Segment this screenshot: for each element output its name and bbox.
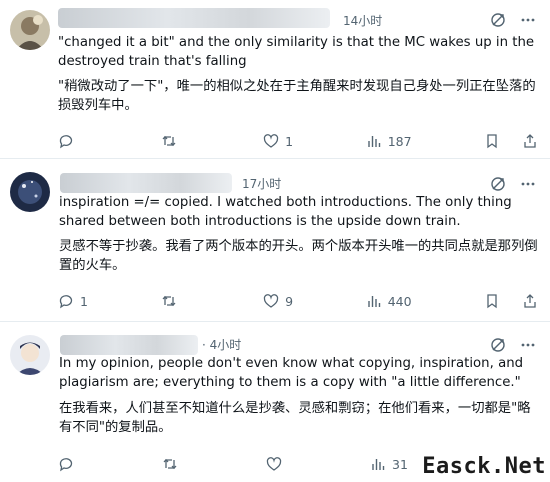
more-icon[interactable] xyxy=(520,176,536,192)
reply-icon xyxy=(58,133,74,149)
post-text-en: inspiration =/= copied. I watched both i… xyxy=(59,195,512,229)
username-blurred[interactable] xyxy=(60,173,232,193)
reply-button[interactable] xyxy=(58,133,161,149)
reply-button[interactable] xyxy=(58,456,162,472)
retweet-icon xyxy=(162,456,178,472)
view-count: 187 xyxy=(387,133,412,149)
post-text-zh: 灵感不等于抄袭。我看了两个版本的开头。两个版本开头唯一的共同点就是那列倒置的火车… xyxy=(59,239,538,273)
translate-icon[interactable] xyxy=(490,12,506,28)
like-icon xyxy=(263,293,279,309)
like-button[interactable]: 9 xyxy=(263,293,366,309)
views-icon xyxy=(366,293,382,309)
retweet-icon xyxy=(161,133,177,149)
timestamp[interactable]: 17小时 xyxy=(242,175,281,192)
like-button[interactable]: 1 xyxy=(263,133,366,149)
username-blurred[interactable] xyxy=(60,335,198,355)
views-button[interactable]: 440 xyxy=(366,293,484,309)
more-icon[interactable] xyxy=(520,337,536,353)
like-button[interactable] xyxy=(266,456,370,472)
view-count: 440 xyxy=(387,293,412,309)
post-text-zh: 在我看来，人们甚至不知道什么是抄袭、灵感和剽窃；在他们看来，一切都是"略有不同"… xyxy=(59,401,531,435)
reply-button[interactable]: 1 xyxy=(58,293,161,309)
like-icon xyxy=(263,133,279,149)
post-text-zh: "稍微改动了一下"，唯一的相似之处在于主角醒来时发现自己身处一列正在坠落的损毁列… xyxy=(58,79,536,113)
views-icon xyxy=(366,133,382,149)
translate-icon[interactable] xyxy=(490,176,506,192)
bookmark-icon[interactable] xyxy=(484,133,500,149)
bookmark-icon[interactable] xyxy=(484,293,500,309)
avatar[interactable] xyxy=(10,335,50,375)
username-blurred[interactable] xyxy=(58,8,330,28)
avatar[interactable] xyxy=(10,10,50,50)
watermark: Easck.Net xyxy=(422,454,546,479)
reply-icon xyxy=(58,456,74,472)
retweet-button[interactable] xyxy=(161,293,264,309)
retweet-button[interactable] xyxy=(162,456,266,472)
post-text-en: "changed it a bit" and the only similari… xyxy=(58,35,535,69)
views-icon xyxy=(370,456,386,472)
post-1[interactable]: 14小时 "changed it a bit" and the only sim… xyxy=(0,0,550,158)
like-count: 9 xyxy=(285,293,294,309)
like-count: 1 xyxy=(285,133,294,149)
like-icon xyxy=(266,456,282,472)
retweet-button[interactable] xyxy=(161,133,264,149)
retweet-icon xyxy=(161,293,177,309)
timestamp[interactable]: 14小时 xyxy=(343,12,382,29)
share-icon[interactable] xyxy=(522,293,538,309)
post-text-en: In my opinion, people don't even know wh… xyxy=(59,356,524,390)
views-button[interactable]: 187 xyxy=(366,133,484,149)
post-2[interactable]: 17小时 inspiration =/= copied. I watched b… xyxy=(0,158,550,321)
view-count: 31 xyxy=(392,456,408,472)
more-icon[interactable] xyxy=(520,12,536,28)
avatar[interactable] xyxy=(10,172,50,212)
timestamp[interactable]: · 4小时 xyxy=(202,336,241,353)
share-icon[interactable] xyxy=(522,133,538,149)
reply-icon xyxy=(58,293,74,309)
translate-icon[interactable] xyxy=(490,337,506,353)
reply-count: 1 xyxy=(80,293,88,309)
